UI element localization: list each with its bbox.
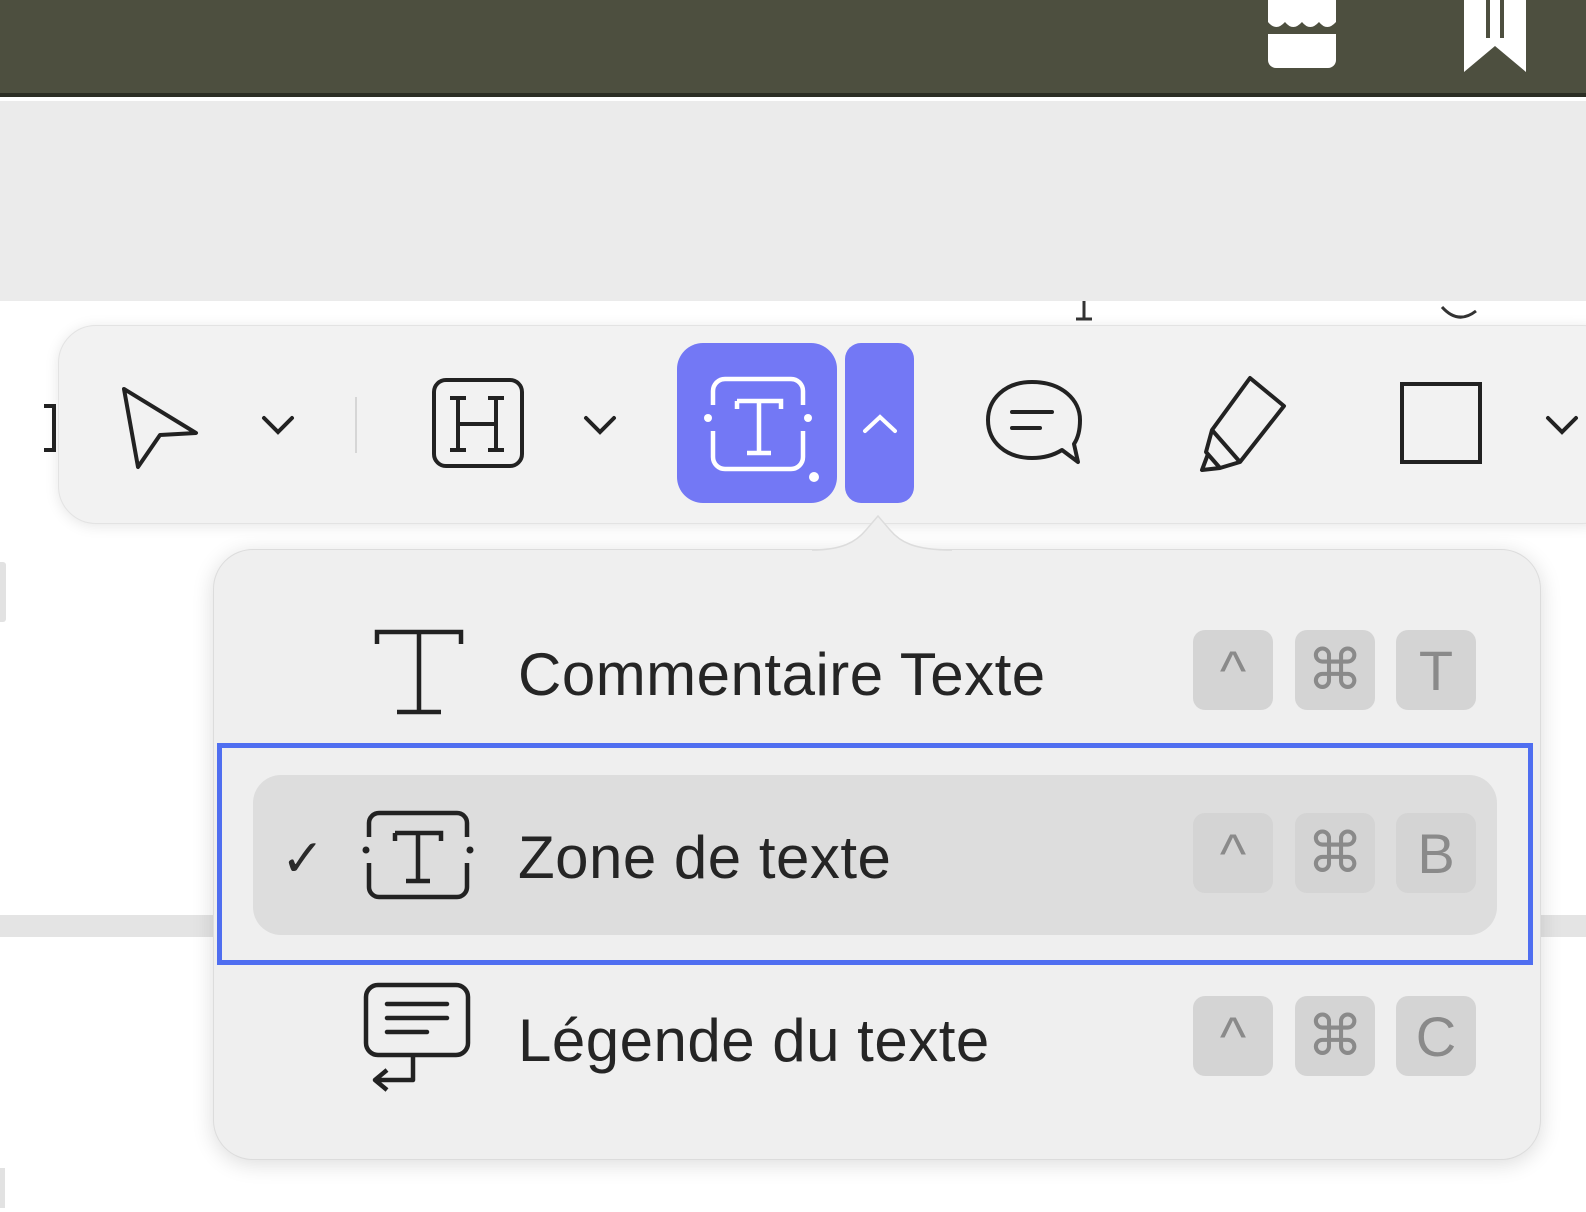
bookmark-icon[interactable] (1462, 0, 1528, 76)
left-edge-marker-2 (0, 1168, 5, 1208)
text-box-icon (704, 376, 819, 482)
shortcut-key-command: ⌘ (1295, 630, 1375, 710)
menu-pointer (812, 514, 952, 551)
shape-chevron-down-icon[interactable] (1542, 410, 1582, 440)
top-bar (0, 0, 1586, 97)
menu-item-commentaire-texte[interactable]: Commentaire Texte ^ ⌘ T (253, 592, 1497, 752)
highlighter-pen-icon[interactable] (1194, 370, 1292, 478)
shortcut-key-command: ⌘ (1295, 996, 1375, 1076)
cake-icon[interactable] (1262, 0, 1342, 72)
page-text-fragment (1076, 301, 1092, 321)
menu-item-label: Commentaire Texte (518, 641, 1046, 708)
shortcut-key-letter: T (1396, 630, 1476, 710)
heading-chevron-down-icon[interactable] (580, 410, 620, 440)
rectangle-shape-icon[interactable] (1398, 380, 1486, 468)
left-edge-marker (0, 562, 6, 622)
page-text-fragment-2 (1440, 305, 1477, 319)
top-bar-edge (0, 93, 1586, 97)
menu-item-legende-du-texte[interactable]: Légende du texte ^ ⌘ C (253, 958, 1497, 1118)
select-chevron-down-icon[interactable] (258, 410, 298, 440)
partial-tool-icon[interactable] (40, 400, 62, 456)
chevron-up-icon (863, 414, 897, 433)
menu-item-label: Légende du texte (518, 1007, 990, 1074)
shortcut-key-control: ^ (1193, 630, 1273, 710)
text-box-tool-button[interactable] (677, 343, 837, 503)
text-callout-icon (363, 982, 471, 1092)
heading-h-icon[interactable] (430, 376, 528, 472)
document-header-band (0, 101, 1586, 301)
shortcut-key-letter: C (1396, 996, 1476, 1076)
comment-bubble-icon[interactable] (982, 376, 1086, 472)
selection-outline (217, 743, 1533, 965)
shortcut-key-control: ^ (1193, 996, 1273, 1076)
text-t-icon (374, 629, 464, 715)
select-arrow-icon[interactable] (118, 383, 204, 473)
toolbar-separator (355, 397, 357, 453)
text-box-tool-chevron[interactable] (845, 343, 914, 503)
